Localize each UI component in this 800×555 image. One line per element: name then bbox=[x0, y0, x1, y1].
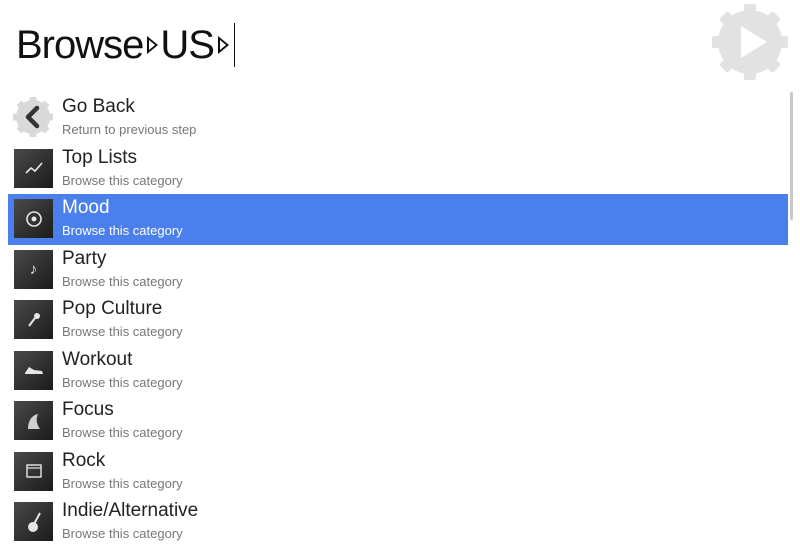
list-item-subtitle: Browse this category bbox=[62, 526, 183, 541]
list-item-title: Go Back bbox=[62, 96, 135, 117]
play-icon bbox=[712, 4, 788, 80]
amplifier-icon bbox=[14, 451, 53, 491]
list-item-title: Rock bbox=[62, 449, 106, 471]
list-item-pop-culture[interactable]: Pop Culture Browse this category bbox=[8, 295, 788, 346]
list-item-title: Mood bbox=[62, 197, 110, 218]
search-query[interactable]: Browse US bbox=[16, 22, 236, 68]
triangle-separator-icon bbox=[147, 36, 159, 54]
list-item-mood[interactable]: Mood Browse this category bbox=[8, 194, 788, 245]
list-item-subtitle: Browse this category bbox=[62, 273, 183, 289]
list-item-subtitle: Browse this category bbox=[62, 172, 183, 188]
text-cursor bbox=[233, 23, 236, 67]
list-item-title: Party bbox=[62, 247, 107, 269]
chevron-left-icon bbox=[12, 96, 54, 138]
list-item-subtitle: Browse this category bbox=[62, 223, 183, 238]
party-icon: ♪ bbox=[14, 249, 53, 289]
list-item-title: Focus bbox=[62, 399, 114, 420]
mood-icon bbox=[14, 199, 53, 238]
sneaker-icon bbox=[14, 350, 53, 390]
query-segment-browse: Browse bbox=[16, 22, 144, 67]
list-item-subtitle: Browse this category bbox=[62, 324, 183, 339]
list-item-subtitle: Return to previous step bbox=[62, 122, 197, 137]
list-item-subtitle: Browse this category bbox=[62, 425, 183, 440]
results-list: Go Back Return to previous step Top List… bbox=[8, 93, 788, 555]
list-item-top-lists[interactable]: Top Lists Browse this category bbox=[8, 144, 788, 195]
guitar-icon bbox=[14, 502, 53, 541]
microphone-icon bbox=[14, 300, 53, 339]
focus-icon bbox=[14, 401, 53, 440]
chart-icon bbox=[14, 148, 53, 188]
list-item-workout[interactable]: Workout Browse this category bbox=[8, 346, 788, 397]
list-item-go-back[interactable]: Go Back Return to previous step bbox=[8, 93, 788, 144]
list-item-title: Workout bbox=[62, 348, 133, 370]
query-segment-us: US bbox=[160, 22, 215, 67]
list-item-rock[interactable]: Rock Browse this category bbox=[8, 447, 788, 498]
list-item-focus[interactable]: Focus Browse this category bbox=[8, 396, 788, 447]
list-item-subtitle: Browse this category bbox=[62, 475, 183, 491]
scrollbar[interactable] bbox=[790, 92, 793, 220]
list-item-subtitle: Browse this category bbox=[62, 374, 183, 390]
list-item-title: Indie/Alternative bbox=[62, 500, 199, 521]
list-item-title: Pop Culture bbox=[62, 298, 163, 319]
list-item-title: Top Lists bbox=[62, 146, 137, 168]
triangle-separator-icon bbox=[217, 36, 229, 54]
list-item-indie-alternative[interactable]: Indie/Alternative Browse this category bbox=[8, 497, 788, 548]
run-button[interactable] bbox=[710, 2, 790, 82]
list-item-party[interactable]: ♪ Party Browse this category bbox=[8, 245, 788, 296]
